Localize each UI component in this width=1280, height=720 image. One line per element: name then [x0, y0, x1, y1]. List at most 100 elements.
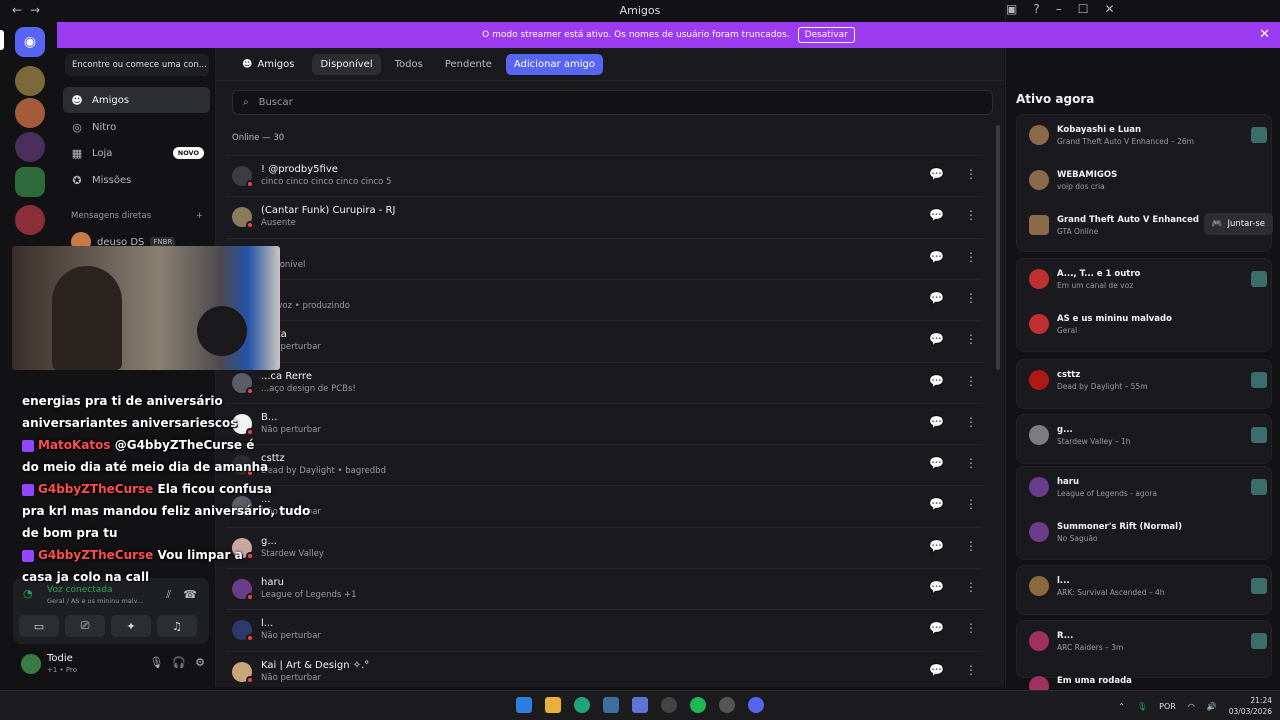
voice-channel[interactable]: Geral / AS e us mininu malv...	[47, 597, 143, 605]
message-icon[interactable]: 💬	[929, 167, 944, 181]
message-icon[interactable]: 💬	[929, 291, 944, 305]
more-options-icon[interactable]: ⋮	[965, 580, 977, 594]
discord-taskbar-icon[interactable]	[748, 697, 764, 713]
friend-row[interactable]: ...ca Rerre ...aço design de PCBs! 💬 ⋮	[226, 361, 983, 403]
more-options-icon[interactable]: ⋮	[965, 332, 977, 346]
server-icon[interactable]	[15, 132, 45, 162]
friend-row[interactable]: l... Não perturbar 💬 ⋮	[226, 609, 983, 650]
activity-item[interactable]: A..., T... e 1 outro Em um canal de voz	[1027, 263, 1267, 299]
edge-icon[interactable]	[574, 697, 590, 713]
activity-item[interactable]: haru League of Legends - agora	[1027, 471, 1267, 507]
tab-pending[interactable]: Pendente	[437, 54, 500, 75]
more-options-icon[interactable]: ⋮	[965, 208, 977, 222]
noise-suppression-icon[interactable]: ⫽	[166, 588, 171, 602]
tab-all[interactable]: Todos	[387, 54, 431, 75]
activity-card[interactable]: csttz Dead by Daylight – 55m	[1016, 359, 1272, 409]
message-icon[interactable]: 💬	[929, 663, 944, 677]
add-dm-icon[interactable]: +	[196, 211, 203, 221]
camera-button[interactable]: ▭	[19, 615, 59, 637]
tab-online[interactable]: Disponível	[312, 53, 381, 75]
more-options-icon[interactable]: ⋮	[965, 663, 977, 677]
message-icon[interactable]: 💬	[929, 621, 944, 635]
soundboard-button[interactable]: ♫	[157, 615, 197, 637]
obs-icon[interactable]	[661, 697, 677, 713]
find-conversation-input[interactable]: Encontre ou comece uma con...	[65, 54, 209, 76]
wifi-icon[interactable]: ◠	[1188, 702, 1195, 711]
disconnect-icon[interactable]: ☎	[183, 588, 197, 601]
microphone-tray-icon[interactable]: 🎙	[1137, 702, 1147, 711]
windows-start-icon[interactable]	[516, 697, 532, 713]
friend-row[interactable]: csttz Dead by Daylight • bagredbd 💬 ⋮	[226, 444, 983, 485]
add-friend-button[interactable]: Adicionar amigo	[505, 53, 603, 75]
message-icon[interactable]: 💬	[929, 539, 944, 553]
friend-row[interactable]: Kai | Art & Design ✧.° Não perturbar 💬 ⋮	[226, 650, 983, 692]
friend-row[interactable]: ...ataNão perturbar💬⋮	[226, 320, 983, 361]
activity-item[interactable]: l... ARK: Survival Ascended – 4h	[1027, 570, 1267, 606]
clock[interactable]: 21:24 03/03/2026	[1229, 695, 1272, 717]
friend-row[interactable]: haru League of Legends +1 💬 ⋮	[226, 568, 983, 609]
activity-card[interactable]: R... ARC Raiders – 3m Em uma rodada	[1016, 620, 1272, 696]
friend-row[interactable]: ...Em voz • produzindo💬⋮	[226, 278, 983, 320]
more-options-icon[interactable]: ⋮	[965, 539, 977, 553]
app-icon[interactable]	[719, 697, 735, 713]
activity-item[interactable]: csttz Dead by Daylight – 55m	[1027, 364, 1267, 400]
server-icon[interactable]	[15, 66, 45, 96]
activity-item[interactable]: R... ARC Raiders – 3m	[1027, 625, 1267, 661]
message-icon[interactable]: 💬	[929, 332, 944, 346]
spotify-icon[interactable]	[690, 697, 706, 713]
message-icon[interactable]: 💬	[929, 497, 944, 511]
friend-row[interactable]: g... Stardew Valley 💬 ⋮	[226, 526, 983, 568]
activity-item[interactable]: g... Stardew Valley – 1h	[1027, 419, 1267, 455]
activity-card[interactable]: l... ARK: Survival Ascended – 4h	[1016, 565, 1272, 615]
activities-button[interactable]: ✦	[111, 615, 151, 637]
more-options-icon[interactable]: ⋮	[965, 374, 977, 388]
microphone-icon[interactable]: 🎙	[149, 656, 163, 669]
language-indicator[interactable]: POR	[1159, 702, 1176, 711]
screen-share-button[interactable]: ⎚	[65, 615, 105, 637]
activity-card[interactable]: haru League of Legends - agora Summoner's …	[1016, 466, 1272, 560]
activity-card[interactable]: A..., T... e 1 outro Em um canal de voz AS…	[1016, 258, 1272, 352]
more-options-icon[interactable]: ⋮	[965, 167, 977, 181]
sidebar-item-friends[interactable]: ☻ Amigos	[63, 87, 210, 113]
sidebar-item-nitro[interactable]: ◎ Nitro	[63, 114, 210, 140]
friend-row[interactable]: B... Não perturbar 💬 ⋮	[226, 402, 983, 444]
sidebar-item-quests[interactable]: ✪ Missões	[63, 167, 210, 193]
activity-card[interactable]: g... Stardew Valley – 1h	[1016, 414, 1272, 464]
activity-card[interactable]: Kobayashi e Luan Grand Theft Auto V Enhan…	[1016, 114, 1273, 252]
activity-item[interactable]: Summoner's Rift (Normal) No Saguão	[1027, 516, 1267, 552]
avatar[interactable]	[21, 654, 41, 674]
disable-streamer-button[interactable]: Desativar	[797, 27, 855, 43]
friend-row[interactable]: ! @prodby5five cinco cinco cinco cinco ci…	[226, 155, 983, 196]
message-icon[interactable]: 💬	[929, 374, 944, 388]
close-icon[interactable]: ✕	[1259, 27, 1270, 42]
activity-item[interactable]: WEBAMIGOS voip dos cria	[1027, 164, 1267, 200]
more-options-icon[interactable]: ⋮	[965, 621, 977, 635]
sidebar-item-shop[interactable]: ▦ Loja NOVO	[63, 140, 210, 166]
message-icon[interactable]: 💬	[929, 580, 944, 594]
server-icon[interactable]	[15, 205, 45, 235]
server-icon[interactable]	[15, 98, 45, 128]
message-icon[interactable]: 💬	[929, 456, 944, 470]
more-options-icon[interactable]: ⋮	[965, 497, 977, 511]
search-input[interactable]: ⌕ Buscar	[232, 90, 993, 115]
chevron-up-icon[interactable]: ⌃	[1118, 702, 1125, 711]
steam-icon[interactable]	[603, 697, 619, 713]
file-explorer-icon[interactable]	[545, 697, 561, 713]
volume-icon[interactable]: 🔊	[1207, 702, 1217, 711]
activity-item[interactable]: AS e us mininu malvado Geral	[1027, 308, 1267, 344]
scrollbar[interactable]	[996, 125, 1000, 370]
more-options-icon[interactable]: ⋮	[965, 291, 977, 305]
more-options-icon[interactable]: ⋮	[965, 250, 977, 264]
app-icon[interactable]	[632, 697, 648, 713]
friend-row[interactable]: (Cantar Funk) Curupira - RJ Ausente 💬 ⋮	[226, 196, 983, 237]
message-icon[interactable]: 💬	[929, 208, 944, 222]
message-icon[interactable]: 💬	[929, 250, 944, 264]
headset-icon[interactable]: 🎧	[172, 656, 186, 669]
more-options-icon[interactable]: ⋮	[965, 415, 977, 429]
activity-item[interactable]: Grand Theft Auto V Enhanced GTA Online 🎮 Ju…	[1027, 209, 1273, 245]
discord-home-icon[interactable]: ◉	[15, 27, 45, 57]
gear-icon[interactable]: ⚙	[195, 656, 205, 669]
friend-row[interactable]: ...ieDisponível💬⋮	[226, 237, 983, 279]
server-folder-icon[interactable]	[15, 167, 45, 197]
message-icon[interactable]: 💬	[929, 415, 944, 429]
